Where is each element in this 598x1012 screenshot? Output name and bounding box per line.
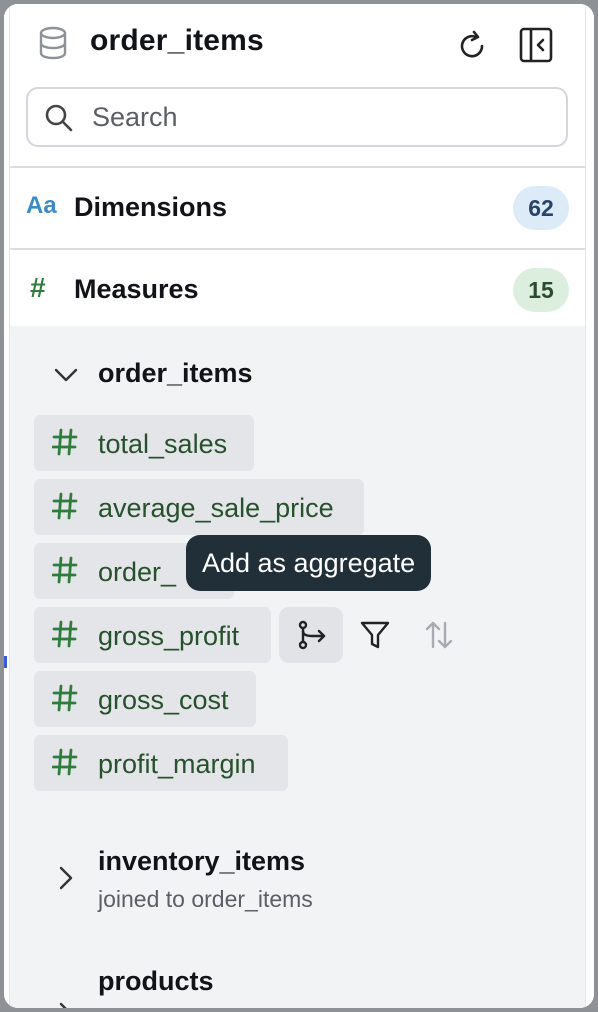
hash-icon (52, 428, 78, 456)
measures-list: order_items total_sales average_sale_pri… (10, 326, 585, 1008)
edge-indicator (4, 656, 7, 668)
dimensions-section[interactable]: Aa Dimensions 62 (10, 168, 585, 248)
group-inventory-items[interactable]: inventory_items joined to order_items (10, 836, 585, 916)
right-edge (585, 4, 594, 1008)
group-name: order_items (98, 358, 253, 388)
measure-chip-total-sales[interactable]: total_sales (34, 415, 254, 471)
refresh-icon[interactable] (454, 28, 490, 64)
group-name: products (98, 966, 214, 996)
measure-label: average_sale_price (98, 493, 334, 523)
measure-chip-gross-profit[interactable]: gross_profit (34, 607, 271, 663)
add-aggregate-icon (298, 620, 326, 650)
add-aggregate-button[interactable] (279, 607, 343, 663)
collapse-panel-icon[interactable] (518, 26, 554, 64)
filter-button[interactable] (343, 607, 407, 663)
dimensions-count-badge: 62 (513, 186, 569, 230)
hash-icon (52, 748, 78, 776)
dimension-type-icon: Aa (26, 192, 57, 219)
search-input[interactable] (92, 99, 552, 135)
data-panel: order_items Aa Dimensions 62 (4, 4, 594, 1008)
group-subtitle: joined to order_items (98, 886, 313, 912)
measures-section[interactable]: # Measures 15 (10, 250, 585, 330)
group-name: inventory_items (98, 846, 306, 876)
database-icon (39, 26, 67, 60)
tooltip: Add as aggregate (186, 535, 432, 591)
chevron-right-icon[interactable] (52, 1000, 80, 1008)
filter-icon (360, 621, 390, 649)
measure-chip-gross-cost[interactable]: gross_cost (34, 671, 256, 727)
measure-type-icon: # (30, 272, 46, 303)
measure-label: gross_cost (98, 685, 229, 715)
sort-button[interactable] (407, 607, 471, 663)
explorer-panel: order_items Aa Dimensions 62 (10, 4, 585, 1008)
measure-label: gross_profit (98, 621, 240, 651)
page-title: order_items (90, 24, 264, 57)
measures-label: Measures (74, 274, 199, 304)
hash-icon (52, 684, 78, 712)
measure-label: total_sales (98, 429, 228, 459)
chevron-right-icon[interactable] (52, 864, 80, 892)
search-icon (45, 104, 73, 132)
hash-icon (52, 492, 78, 520)
hash-icon (52, 556, 78, 584)
measure-label: order_ (98, 557, 177, 587)
group-order-items[interactable]: order_items (10, 326, 585, 416)
measure-label: profit_margin (98, 749, 256, 779)
sort-icon (425, 621, 453, 649)
hash-icon (52, 620, 78, 648)
measure-chip-profit-margin[interactable]: profit_margin (34, 735, 288, 791)
measure-chip-average-sale-price[interactable]: average_sale_price (34, 479, 364, 535)
panel-header: order_items (10, 4, 585, 84)
group-products[interactable]: products (10, 956, 585, 1008)
chevron-down-icon[interactable] (52, 361, 80, 389)
measures-count-badge: 15 (513, 268, 569, 312)
dimensions-label: Dimensions (74, 192, 228, 222)
search-box (26, 87, 568, 147)
